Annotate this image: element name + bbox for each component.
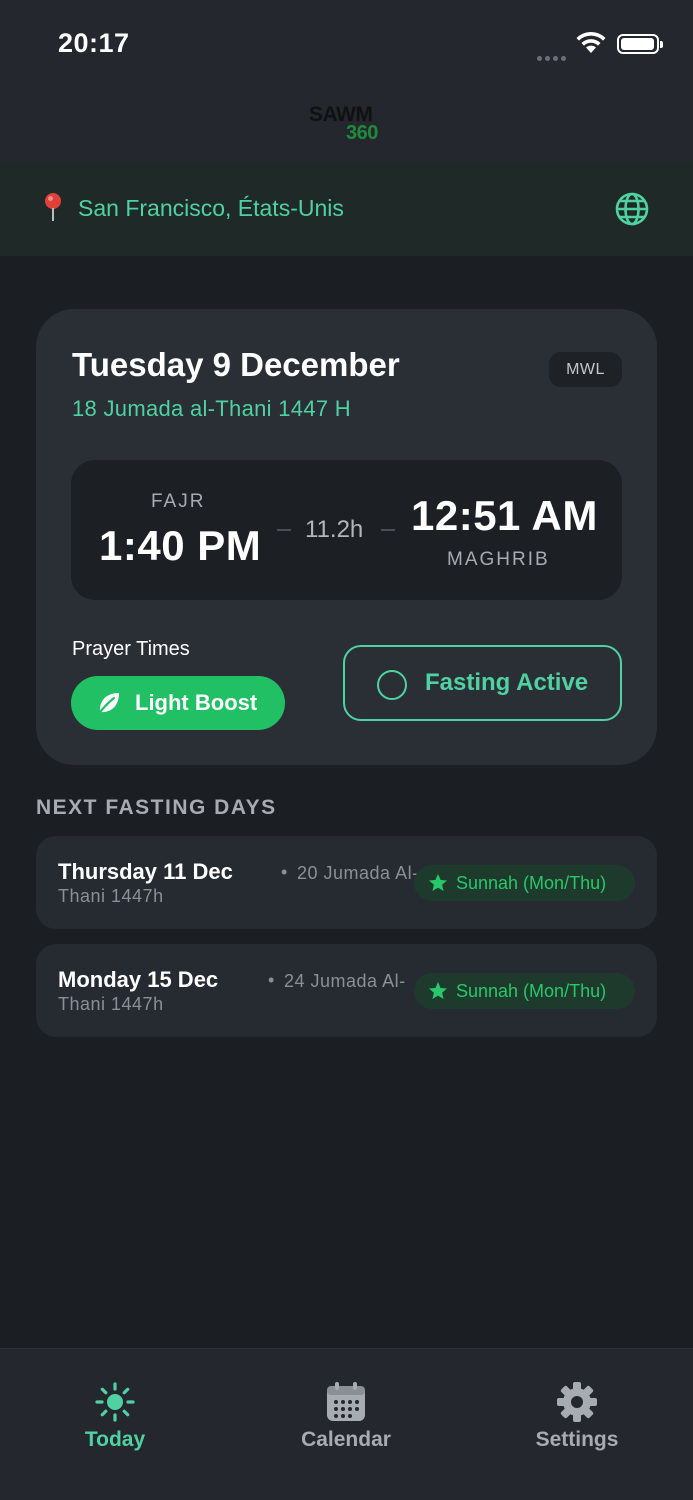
maghrib-time: 12:51 AM [411,492,598,539]
fasting-day-row[interactable]: Thursday 11 Dec • 20 Jumada Al- Thani 14… [36,836,657,929]
fasting-day-hijri-cont: Thani 1447h [58,994,164,1014]
tab-bar: Today Calendar Settings [0,1348,693,1500]
next-fasting-title: NEXT FASTING DAYS [36,796,277,819]
separator-dot: • [281,862,288,882]
fasting-day-date: Monday 15 Dec [58,967,219,992]
hijri-date: 18 Jumada al-Thani 1447 H [72,396,351,421]
pin-icon [45,193,61,221]
star-icon [429,982,447,999]
maghrib-label: MAGHRIB [447,549,550,570]
tab-settings-label: Settings [535,1428,619,1451]
status-time: 20:17 [58,28,130,58]
calculation-method-badge[interactable]: MWL [549,352,622,387]
sunnah-badge: Sunnah (Mon/Thu) [414,865,635,901]
divider-right [381,529,395,531]
globe-icon[interactable] [614,191,650,227]
app-screen: 20:17 SAWM 360 San Francisco, États-Unis… [0,0,693,1500]
sunnah-badge-label: Sunnah (Mon/Thu) [456,872,607,893]
leaf-icon [98,693,119,714]
circle-icon [377,670,407,700]
light-boost-button[interactable]: Light Boost [71,676,285,730]
sun-icon [95,1382,135,1422]
sunnah-badge-label: Sunnah (Mon/Thu) [456,980,607,1001]
fasting-active-button[interactable]: Fasting Active [343,645,622,721]
light-boost-label: Light Boost [135,690,258,715]
prayer-times-link[interactable]: Prayer Times [72,638,190,661]
fajr-time: 1:40 PM [99,522,262,569]
gear-icon [557,1382,597,1422]
gregorian-date: Tuesday 9 December [72,346,400,383]
fasting-day-date: Thursday 11 Dec [58,859,233,884]
calendar-icon [327,1382,365,1421]
wifi-icon [576,31,606,53]
tab-today-label: Today [84,1428,146,1451]
star-icon [429,874,447,891]
tab-today[interactable]: Today [45,1349,185,1469]
logo-number: 360 [346,122,378,144]
fasting-day-row[interactable]: Monday 15 Dec • 24 Jumada Al- Thani 1447… [36,944,657,1037]
location-label[interactable]: San Francisco, États-Unis [78,195,344,222]
fajr-label: FAJR [151,491,206,512]
tab-calendar[interactable]: Calendar [276,1349,416,1469]
fasting-day-hijri-cont: Thani 1447h [58,886,164,906]
sunnah-badge: Sunnah (Mon/Thu) [414,973,635,1009]
separator-dot: • [268,970,275,990]
divider-left [277,529,291,531]
fasting-day-hijri: 24 Jumada Al- [284,971,406,991]
battery-icon [617,34,663,54]
app-logo: SAWM 360 [309,104,399,143]
tab-calendar-label: Calendar [301,1428,391,1451]
tab-settings[interactable]: Settings [507,1349,647,1469]
fasting-active-label: Fasting Active [425,669,589,696]
fasting-duration: 11.2h [305,516,364,543]
cellular-signal-icon [537,48,569,66]
fasting-day-hijri: 20 Jumada Al- [297,863,419,883]
